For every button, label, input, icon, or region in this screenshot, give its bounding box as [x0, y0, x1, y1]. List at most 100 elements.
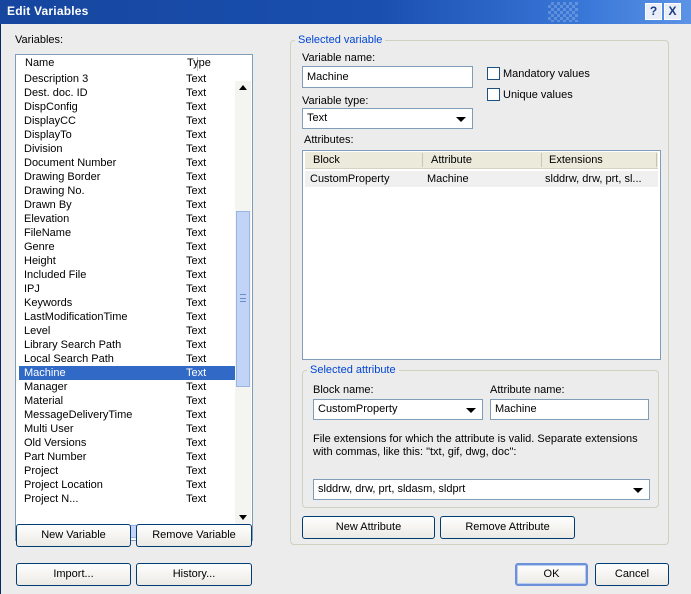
- list-item[interactable]: Old Versions Text: [19, 436, 235, 450]
- column-header-extensions[interactable]: Extensions: [549, 154, 603, 166]
- list-item[interactable]: Drawing Border Text: [19, 170, 235, 184]
- list-item[interactable]: Manager Text: [19, 380, 235, 394]
- variable-type: Text: [186, 381, 207, 393]
- extensions-input[interactable]: slddrw, drw, prt, sldasm, sldprt: [313, 479, 650, 500]
- list-item[interactable]: Drawn By Text: [19, 198, 235, 212]
- close-icon[interactable]: X: [664, 3, 681, 20]
- list-item[interactable]: Part Number Text: [19, 450, 235, 464]
- variable-type: Text: [186, 409, 207, 421]
- variable-type: Text: [186, 367, 207, 379]
- column-separator[interactable]: [541, 153, 542, 167]
- attributes-table[interactable]: Block Attribute Extensions CustomPropert…: [302, 150, 661, 360]
- remove-variable-button[interactable]: Remove Variable: [136, 524, 252, 547]
- variables-rows: Description 3 Text Dest. doc. ID Text DispCo…: [19, 72, 235, 524]
- variable-type-value: Text: [307, 112, 328, 124]
- variable-type: Text: [186, 451, 207, 463]
- list-item[interactable]: FileName Text: [19, 226, 235, 240]
- variable-name: Level: [24, 325, 51, 337]
- new-variable-button[interactable]: New Variable: [16, 524, 131, 547]
- variable-type: Text: [186, 101, 207, 113]
- vertical-scrollbar[interactable]: [235, 81, 251, 524]
- table-row[interactable]: CustomProperty Machine slddrw, drw, prt,…: [305, 171, 658, 187]
- scroll-up-icon[interactable]: [239, 85, 247, 90]
- variable-type: Text: [186, 479, 207, 491]
- variable-type: Text: [186, 269, 207, 281]
- mandatory-values-checkbox[interactable]: [487, 67, 500, 80]
- list-item[interactable]: Genre Text: [19, 240, 235, 254]
- attributes-table-header: Block Attribute Extensions: [305, 152, 658, 169]
- variable-name: Library Search Path: [24, 339, 122, 351]
- vertical-scroll-thumb[interactable]: [236, 211, 250, 387]
- list-item[interactable]: MessageDeliveryTime Text: [19, 408, 235, 422]
- column-header-block[interactable]: Block: [313, 154, 340, 166]
- list-item[interactable]: Drawing No. Text: [19, 184, 235, 198]
- variable-name: LastModificationTime: [24, 311, 128, 323]
- list-item[interactable]: Multi User Text: [19, 422, 235, 436]
- column-header-attribute[interactable]: Attribute: [431, 154, 472, 166]
- variable-name: Document Number: [24, 157, 117, 169]
- variable-name: Dest. doc. ID: [24, 87, 88, 99]
- unique-values-checkbox[interactable]: [487, 88, 500, 101]
- variable-name: Division: [24, 143, 63, 155]
- list-item[interactable]: DisplayTo Text: [19, 128, 235, 142]
- dialog-body: Variables: Name Type Description 3 Text De…: [0, 24, 691, 594]
- list-item[interactable]: Description 3 Text: [19, 72, 235, 86]
- list-item[interactable]: Project N... Text: [19, 492, 235, 506]
- variable-name: MessageDeliveryTime: [24, 409, 133, 421]
- history-button[interactable]: History...: [136, 563, 252, 586]
- variable-type: Text: [186, 423, 207, 435]
- cancel-button[interactable]: Cancel: [595, 563, 669, 586]
- column-header-type[interactable]: Type: [187, 57, 211, 71]
- variable-type-select[interactable]: Text: [302, 108, 473, 129]
- variable-name: Material: [24, 395, 64, 407]
- attribute-name-input[interactable]: Machine: [490, 399, 649, 420]
- variable-name: Drawn By: [24, 199, 72, 211]
- variables-list[interactable]: Name Type Description 3 Text Dest. doc. ID…: [15, 54, 253, 541]
- variable-name: Project N...: [24, 493, 79, 505]
- list-item[interactable]: Height Text: [19, 254, 235, 268]
- column-header-name[interactable]: Name: [25, 57, 54, 71]
- variable-name: DisplayCC: [24, 115, 76, 127]
- ok-button[interactable]: OK: [515, 563, 588, 586]
- list-item[interactable]: Document Number Text: [19, 156, 235, 170]
- list-item[interactable]: Level Text: [19, 324, 235, 338]
- import-button[interactable]: Import...: [16, 563, 131, 586]
- list-item[interactable]: Keywords Text: [19, 296, 235, 310]
- variable-name: Drawing No.: [24, 185, 85, 197]
- list-item[interactable]: Included File Text: [19, 268, 235, 282]
- list-item[interactable]: IPJ Text: [19, 282, 235, 296]
- list-item[interactable]: Project Location Text: [19, 478, 235, 492]
- extensions-help-line1: File extensions for which the attribute …: [313, 433, 638, 445]
- variable-name: Genre: [24, 241, 55, 253]
- list-item[interactable]: Library Search Path Text: [19, 338, 235, 352]
- list-item[interactable]: Division Text: [19, 142, 235, 156]
- help-icon[interactable]: ?: [645, 3, 662, 20]
- variables-list-header: Name Type: [19, 57, 235, 71]
- variable-name-input[interactable]: Machine: [302, 66, 473, 88]
- list-item[interactable]: Local Search Path Text: [19, 352, 235, 366]
- list-item[interactable]: Elevation Text: [19, 212, 235, 226]
- column-separator[interactable]: [422, 153, 423, 167]
- chevron-down-icon: [456, 117, 466, 122]
- extensions-value: slddrw, drw, prt, sldasm, sldprt: [318, 483, 466, 495]
- list-item[interactable]: DisplayCC Text: [19, 114, 235, 128]
- variable-type: Text: [186, 325, 207, 337]
- variable-name: Elevation: [24, 213, 70, 225]
- variable-type: Text: [186, 283, 207, 295]
- list-item[interactable]: Machine Text: [19, 366, 235, 380]
- block-name-select[interactable]: CustomProperty: [313, 399, 483, 420]
- variable-type: Text: [186, 213, 207, 225]
- column-separator[interactable]: [656, 153, 657, 167]
- variable-type: Text: [186, 465, 207, 477]
- list-item[interactable]: DispConfig Text: [19, 100, 235, 114]
- list-item[interactable]: Project Text: [19, 464, 235, 478]
- list-item[interactable]: LastModificationTime Text: [19, 310, 235, 324]
- variable-name: Local Search Path: [24, 353, 114, 365]
- list-item[interactable]: Material Text: [19, 394, 235, 408]
- list-item[interactable]: Dest. doc. ID Text: [19, 86, 235, 100]
- scroll-down-icon[interactable]: [239, 515, 247, 520]
- new-attribute-button[interactable]: New Attribute: [302, 516, 435, 539]
- selected-attribute-title: Selected attribute: [307, 364, 399, 376]
- remove-attribute-button[interactable]: Remove Attribute: [440, 516, 575, 539]
- variable-type: Text: [186, 143, 207, 155]
